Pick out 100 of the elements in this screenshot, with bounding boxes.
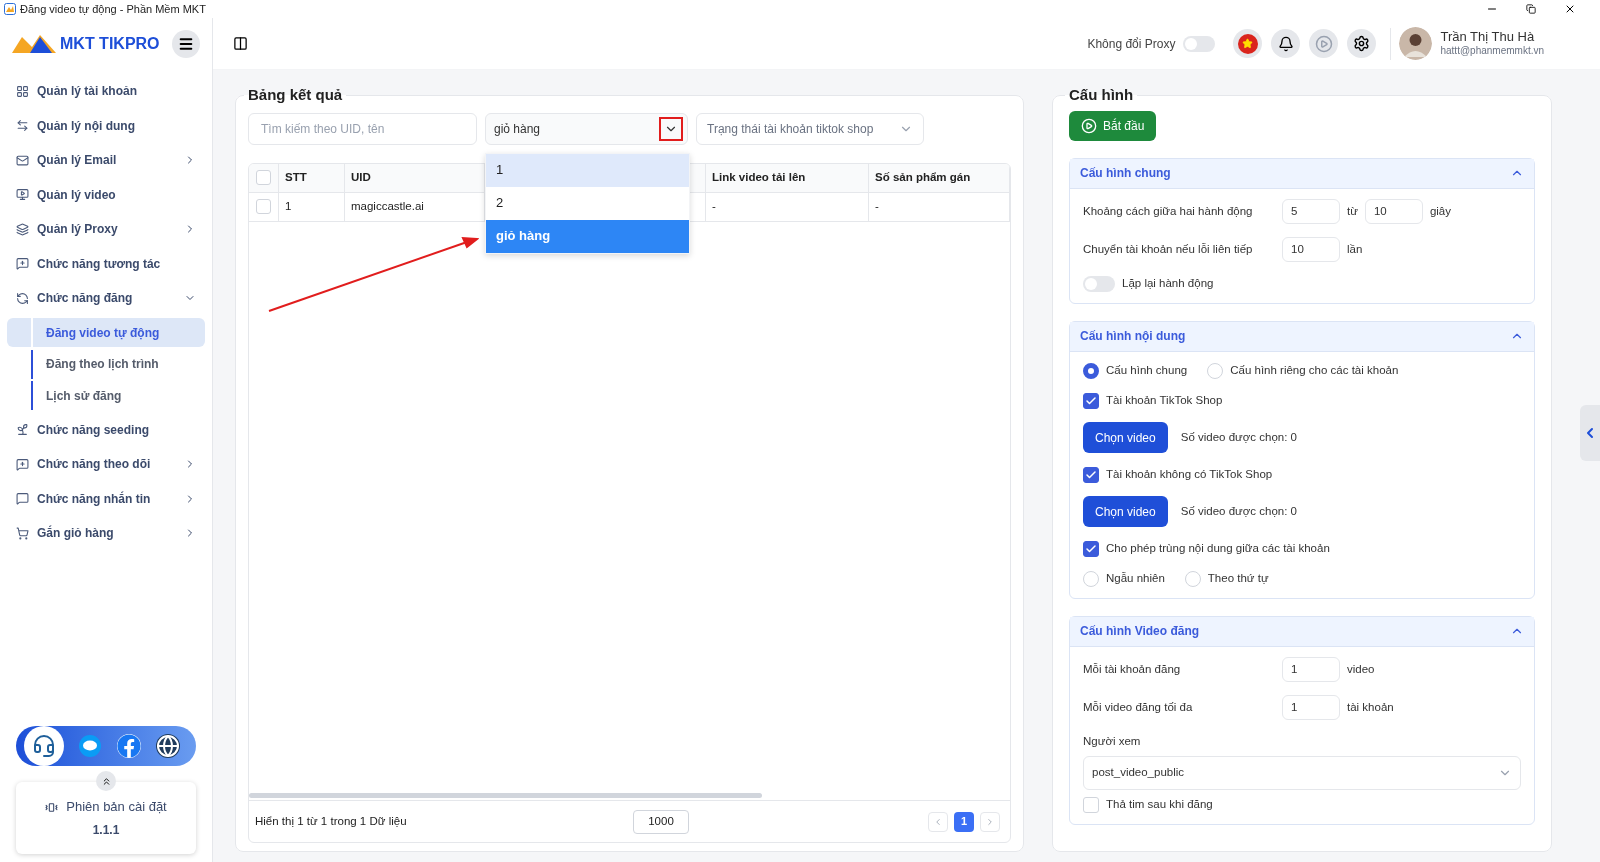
choose-video-button[interactable]: Chọn video — [1083, 496, 1168, 527]
checkbox[interactable] — [1083, 392, 1099, 409]
radio-button[interactable] — [1083, 362, 1099, 379]
viewer-select[interactable]: post_video_public — [1083, 755, 1521, 790]
sidebar-item[interactable]: Quản lý Email — [0, 143, 212, 178]
dropdown-toggle-button[interactable] — [659, 116, 683, 141]
selected-count: Số video được chọn: 0 — [1180, 503, 1297, 519]
checkbox-label: Thả tim sau khi đăng — [1106, 797, 1213, 813]
section-header[interactable]: Cấu hình nội dung — [1070, 321, 1534, 352]
collapse-button[interactable] — [96, 771, 116, 791]
number-field[interactable]: 1 — [1282, 695, 1340, 720]
collapse-tab[interactable] — [1580, 405, 1600, 461]
grid-icon — [16, 84, 29, 98]
status-select[interactable]: Trạng thái tài khoản tiktok shop — [696, 112, 924, 145]
bell-icon — [1277, 35, 1294, 52]
dropdown-option[interactable]: 2 — [486, 186, 689, 220]
app-logo: MKT TIKPRO — [60, 34, 160, 54]
support-button[interactable] — [23, 726, 64, 766]
close-icon[interactable] — [1564, 3, 1576, 15]
app-icon — [4, 3, 16, 15]
sidebar-item[interactable]: Gắn giỏ hàng — [0, 516, 212, 551]
avatar[interactable] — [1399, 27, 1433, 60]
sidebar-item[interactable]: Quản lý video — [0, 177, 212, 212]
dropdown-option[interactable]: 1 — [486, 153, 689, 187]
headset-icon — [31, 734, 56, 758]
table-cell-text: - — [712, 198, 716, 214]
notification-button[interactable] — [1271, 29, 1301, 58]
version-label: Phiên bản cài đặt — [66, 798, 167, 817]
phone-vibrate-icon — [45, 800, 59, 814]
selected-count: Số video được chọn: 0 — [1180, 429, 1297, 445]
number-field[interactable]: 1 — [1282, 657, 1340, 682]
filter-select[interactable]: giỏ hàng — [485, 112, 688, 145]
unit-label: lần — [1347, 241, 1363, 257]
sidebar-subitem[interactable]: Lịch sử đăng — [7, 381, 205, 410]
sidebar-item[interactable]: Chức năng tương tác — [0, 246, 212, 281]
settings-button[interactable] — [1347, 29, 1377, 58]
language-button[interactable] — [1233, 29, 1263, 58]
row-checkbox[interactable] — [256, 199, 271, 214]
unit-label: giây — [1429, 203, 1451, 219]
column-header: Số sản phẩm gán — [875, 169, 971, 185]
sidebar-item[interactable]: Quản lý nội dung — [0, 108, 212, 143]
start-button[interactable]: Bắt đầu — [1069, 110, 1157, 141]
section-header[interactable]: Cấu hình chung — [1070, 158, 1534, 189]
choose-video-button[interactable]: Chọn video — [1083, 422, 1168, 453]
search-field[interactable]: Tìm kiếm theo UID, tên — [248, 112, 477, 145]
restore-icon[interactable] — [1526, 4, 1536, 14]
checkbox-label: Tài khoản không có TikTok Shop — [1106, 466, 1273, 482]
logo-icon — [12, 33, 56, 55]
proxy-toggle[interactable] — [1183, 35, 1216, 52]
number-field[interactable]: 10 — [1282, 237, 1340, 262]
sprout-icon — [16, 423, 29, 437]
sidebar-item[interactable]: Quản lý Proxy — [0, 212, 212, 247]
flag-icon — [1237, 33, 1258, 54]
settings-icon — [1353, 35, 1371, 52]
sidebar-item[interactable]: Chức năng seeding — [0, 412, 212, 447]
checkbox-label: Tài khoản TikTok Shop — [1106, 392, 1223, 408]
panel-title: Bảng kết quả — [247, 85, 344, 105]
menu-button[interactable] — [172, 30, 200, 58]
globe-icon[interactable] — [156, 734, 181, 758]
chat-plus-icon — [16, 257, 29, 271]
number-field[interactable]: 5 — [1282, 199, 1340, 224]
dropdown-option[interactable]: giỏ hàng — [486, 219, 689, 253]
sidebar-item[interactable]: Chức năng nhắn tin — [0, 481, 212, 516]
layers-icon — [16, 222, 29, 236]
setting-label: Mỗi tài khoản đăng — [1083, 661, 1182, 677]
sidebar-subitem[interactable]: Đăng theo lịch trình — [7, 349, 205, 379]
check-icon — [1085, 542, 1097, 555]
version-number: 1.1.1 — [92, 821, 120, 839]
play-button[interactable] — [1309, 29, 1339, 58]
chat-icon — [16, 492, 29, 506]
check-icon — [1085, 394, 1097, 407]
user-email: hattt@phanmemmkt.vn — [1440, 45, 1544, 58]
page-button[interactable]: 1 — [954, 811, 974, 832]
section-header[interactable]: Cấu hình Video đăng — [1070, 616, 1534, 647]
checkbox[interactable] — [1083, 540, 1099, 557]
video-icon — [16, 188, 29, 202]
unit-label: tài khoản — [1347, 699, 1394, 715]
select-all-checkbox[interactable] — [256, 170, 271, 185]
number-field[interactable]: 10 — [1364, 199, 1423, 224]
sidebar-item[interactable]: Chức năng đăng — [0, 281, 212, 316]
switch-label: Lặp lại hành động — [1122, 275, 1214, 291]
setting-label: Mỗi video đăng tối đa — [1083, 699, 1194, 715]
radio-label: Cấu hình riêng cho các tài khoản — [1230, 362, 1399, 378]
sidebar-subitem[interactable]: Đăng video tự động — [7, 318, 205, 347]
sidebar-item[interactable]: Chức năng theo dõi — [0, 447, 212, 482]
page-size-field[interactable]: 1000 — [633, 809, 689, 834]
column-header: Link video tải lên — [712, 169, 806, 185]
layout-toggle-icon[interactable] — [233, 36, 248, 51]
sidebar-item[interactable]: Quản lý tài khoản — [0, 74, 212, 109]
table-cell-text: 1 — [285, 198, 292, 214]
repeat-switch[interactable] — [1083, 275, 1115, 292]
checkbox-label: Cho phép trùng nội dung giữa các tài khoản — [1106, 540, 1330, 556]
radio-label: Cấu hình chung — [1106, 362, 1188, 378]
facebook-icon[interactable] — [116, 734, 141, 758]
chat-bubble-icon[interactable] — [79, 735, 102, 757]
cart-icon — [16, 526, 29, 540]
play-icon — [1081, 117, 1097, 134]
checkbox[interactable] — [1083, 466, 1099, 483]
arrows-icon — [16, 119, 29, 133]
play-icon — [1314, 34, 1333, 53]
